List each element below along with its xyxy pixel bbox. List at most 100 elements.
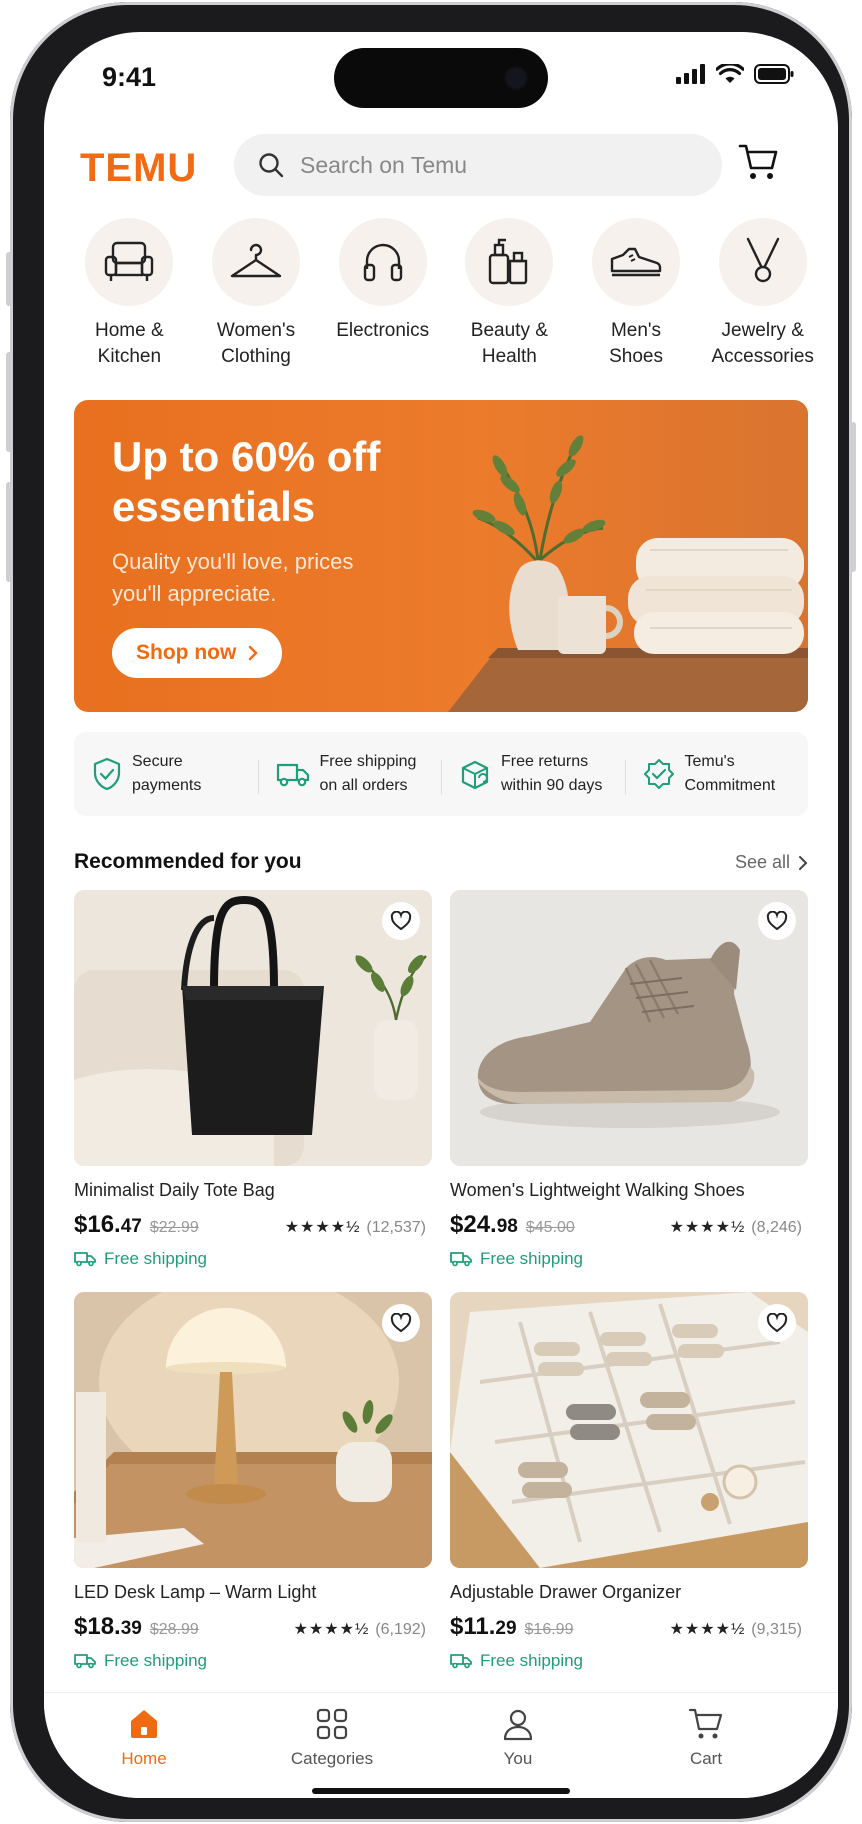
category-home-kitchen[interactable]: Home & Kitchen: [66, 218, 193, 370]
wishlist-button[interactable]: [382, 1304, 420, 1342]
trust-label: Free returns within 90 days: [501, 753, 603, 794]
wishlist-button[interactable]: [758, 1304, 796, 1342]
product-price: $16.47: [74, 1211, 142, 1239]
armchair-icon: [105, 241, 154, 281]
product-price: $11.29: [450, 1613, 517, 1641]
return-box-icon: [461, 760, 489, 790]
category-womens-clothing[interactable]: Women's Clothing: [193, 218, 320, 370]
product-card[interactable]: LED Desk Lamp – Warm Light $18.39 $28.99…: [74, 1292, 432, 1671]
status-bar: 9:41: [44, 32, 838, 122]
bottles-icon: [489, 238, 528, 285]
banner-illustration: [448, 435, 808, 712]
price-row: $11.29 $16.99 ★★★★½ (9,315): [450, 1613, 802, 1641]
original-price: $22.99: [149, 1219, 199, 1236]
price-main: $16.: [74, 1211, 121, 1238]
badge-check-icon: [643, 759, 674, 789]
tote-bag-image: [74, 890, 432, 1166]
walking-shoes-image: [450, 890, 808, 1166]
star-rating: ★★★★½: [293, 1621, 370, 1638]
product-card[interactable]: Adjustable Drawer Organizer $11.29 $16.9…: [450, 1292, 808, 1671]
product-image[interactable]: [74, 890, 432, 1166]
status-time: 9:41: [102, 62, 157, 92]
star-rating: ★★★★½: [669, 1621, 746, 1638]
product-image[interactable]: [450, 890, 808, 1166]
free-shipping-tag: Free shipping: [74, 1249, 432, 1269]
category-label: Beauty & Health: [470, 320, 548, 367]
search-icon: [259, 153, 284, 178]
price-main: $18.: [74, 1613, 121, 1640]
truck-icon: [74, 1654, 96, 1669]
battery-icon: [754, 64, 794, 84]
category-mens-shoes[interactable]: Men's Shoes: [573, 218, 700, 370]
trust-item-secure-payments[interactable]: Secure payments: [74, 750, 258, 798]
shipping-label: Free shipping: [480, 1651, 584, 1670]
tab-you[interactable]: You: [448, 1707, 588, 1769]
trust-strip: Secure payments Free shipping on all ord…: [74, 732, 808, 816]
price-row: $24.98 $45.00 ★★★★½ (8,246): [450, 1211, 802, 1239]
category-jewelry-accessories[interactable]: Jewelry & Accessories: [699, 218, 826, 370]
product-image[interactable]: [74, 1292, 432, 1568]
shipping-label: Free shipping: [104, 1651, 208, 1670]
review-count: (8,246): [751, 1219, 802, 1236]
product-name: LED Desk Lamp – Warm Light: [74, 1582, 317, 1602]
trust-item-free-shipping[interactable]: Free shipping on all orders: [257, 750, 442, 798]
free-shipping-tag: Free shipping: [450, 1249, 808, 1269]
temu-logo[interactable]: TEMU: [80, 146, 197, 191]
volume-down-button: [6, 482, 12, 582]
price-row: $16.47 $22.99 ★★★★½ (12,537): [74, 1211, 426, 1239]
home-indicator[interactable]: [312, 1788, 570, 1794]
wishlist-button[interactable]: [382, 902, 420, 940]
review-count: (6,192): [375, 1621, 426, 1638]
product-card[interactable]: Women's Lightweight Walking Shoes $24.98…: [450, 890, 808, 1269]
power-button: [850, 422, 856, 572]
product-card[interactable]: Minimalist Daily Tote Bag $16.47 $22.99 …: [74, 890, 432, 1269]
status-icons: [676, 64, 794, 84]
search-bar[interactable]: [234, 134, 722, 196]
chevron-right-icon: [249, 645, 259, 661]
category-label: Electronics: [336, 320, 430, 341]
original-price: $45.00: [525, 1219, 575, 1236]
recommended-title: Recommended for you: [74, 850, 302, 873]
category-beauty-health[interactable]: Beauty & Health: [446, 218, 573, 370]
promo-banner[interactable]: Up to 60% off essentials Quality you'll …: [74, 400, 808, 712]
category-label: Men's Shoes: [609, 320, 663, 367]
shipping-label: Free shipping: [480, 1249, 584, 1268]
product-price: $24.98: [450, 1211, 518, 1239]
trust-item-free-returns[interactable]: Free returns within 90 days: [441, 750, 625, 798]
search-input[interactable]: [300, 151, 660, 179]
headphones-icon: [363, 243, 402, 282]
cart-icon: [688, 1708, 723, 1739]
shop-now-button[interactable]: Shop now: [112, 628, 283, 678]
tab-label: Home: [121, 1749, 167, 1768]
shield-check-icon: [93, 757, 121, 791]
truck-icon: [74, 1252, 96, 1267]
star-rating: ★★★★½: [669, 1219, 746, 1236]
review-count: (9,315): [751, 1621, 802, 1638]
signal-icon: [676, 64, 705, 84]
category-electronics[interactable]: Electronics: [319, 218, 446, 370]
product-image[interactable]: [450, 1292, 808, 1568]
price-cents: 98: [496, 1216, 518, 1237]
tab-categories[interactable]: Categories: [262, 1707, 402, 1769]
tab-home[interactable]: Home: [74, 1707, 214, 1769]
category-icon-circle: [465, 218, 554, 306]
necklace-icon: [746, 237, 779, 283]
free-shipping-tag: Free shipping: [450, 1651, 808, 1671]
tab-cart[interactable]: Cart: [636, 1707, 776, 1769]
hanger-icon: [230, 243, 282, 278]
dynamic-island: [334, 48, 548, 108]
header-cart-button[interactable]: [738, 142, 780, 187]
category-icon-circle: [212, 218, 300, 306]
heart-icon: [390, 1313, 412, 1333]
category-label: Women's Clothing: [216, 320, 296, 367]
price-main: $24.: [450, 1211, 497, 1238]
trust-item-commitment[interactable]: Temu's Commitment: [624, 750, 809, 798]
truck-icon: [450, 1654, 472, 1669]
see-all-link[interactable]: See all: [735, 852, 808, 873]
wishlist-button[interactable]: [758, 902, 796, 940]
wifi-icon: [716, 64, 744, 83]
review-count: (12,537): [366, 1219, 426, 1236]
tab-label: You: [503, 1749, 533, 1768]
category-label: Home & Kitchen: [95, 320, 164, 367]
original-price: $16.99: [524, 1621, 574, 1638]
